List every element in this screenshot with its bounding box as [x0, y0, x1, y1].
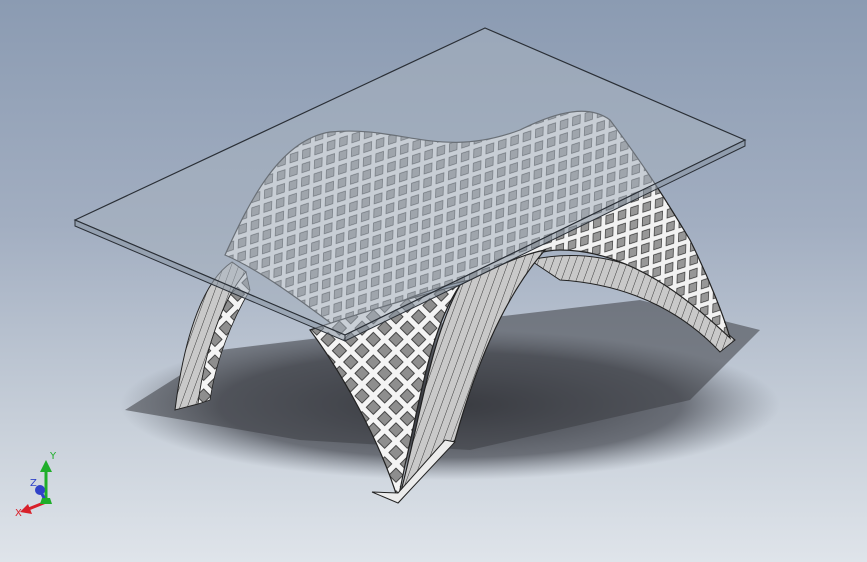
3d-viewport[interactable]: Y Z X: [0, 0, 867, 562]
y-axis-label: Y: [49, 451, 57, 462]
x-axis-label: X: [15, 508, 22, 519]
model-canvas[interactable]: [0, 0, 867, 562]
orientation-triad[interactable]: Y Z X: [14, 446, 104, 536]
z-axis-label: Z: [30, 478, 37, 489]
triad-origin: [40, 498, 52, 504]
